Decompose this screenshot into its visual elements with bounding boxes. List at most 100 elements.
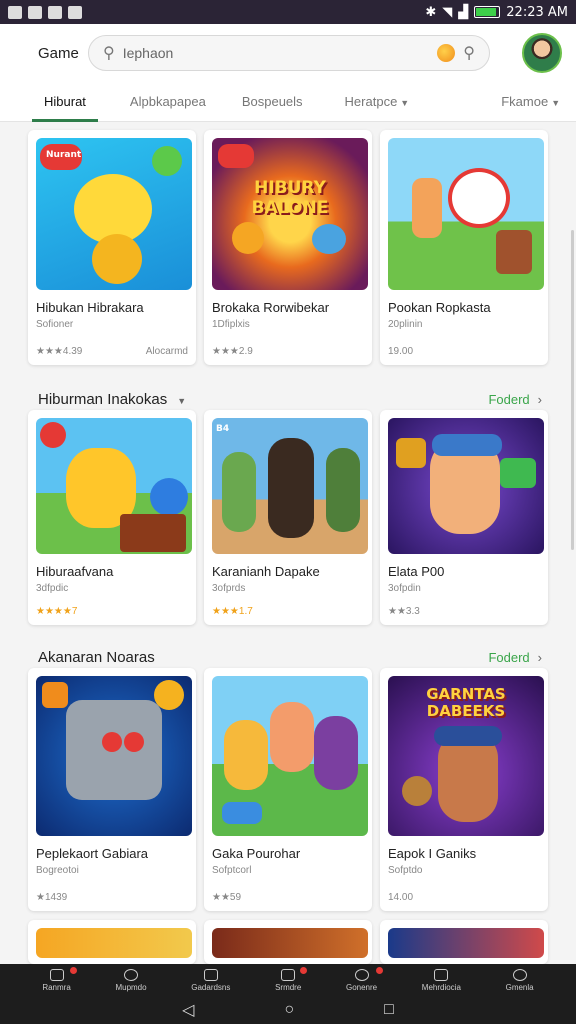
game-card[interactable]: Pookan Ropkasta 20plinin 19.00	[380, 130, 548, 365]
game-rating: ★★59	[212, 892, 242, 903]
search-input[interactable]	[122, 45, 430, 61]
game-thumbnail	[36, 928, 192, 958]
game-card[interactable]	[380, 920, 548, 964]
game-subtitle: Bogreotoi	[36, 865, 79, 876]
genre-icon	[354, 968, 369, 981]
game-title: Karanianh Dapake	[212, 564, 320, 579]
game-rating: ★★★★7	[36, 606, 78, 617]
notification-dot	[376, 966, 384, 974]
search-bar[interactable]: ⚲ ⚲	[88, 35, 490, 71]
battery-icon	[474, 6, 501, 18]
notification-icons	[8, 5, 82, 19]
chevron-down-icon: ▼	[400, 98, 410, 108]
avatar[interactable]	[522, 33, 562, 73]
search-icon: ⚲	[103, 45, 115, 62]
game-thumbnail	[212, 928, 368, 958]
game-title: Peplekaort Gabiara	[36, 846, 149, 861]
game-title: Pookan Ropkasta	[388, 300, 491, 315]
game-rating: 19.00	[388, 346, 414, 357]
game-thumbnail	[388, 138, 544, 290]
status-bar: ✱ ◥ ▟ 22:23 AM	[0, 0, 576, 24]
scrollbar[interactable]	[571, 230, 574, 550]
notification-icon	[28, 5, 42, 19]
game-thumbnail: GARNTAS DABEEKS	[388, 676, 544, 836]
game-card[interactable]: Peplekaort Gabiara Bogreotoi ★1439	[28, 668, 196, 911]
search-submit-icon[interactable]: ⚲	[463, 43, 475, 63]
game-thumbnail: Nurant	[36, 138, 192, 290]
chevron-down-icon: ▼	[177, 396, 187, 406]
media-icon	[434, 968, 449, 981]
profile-icon	[512, 968, 527, 981]
notification-dot	[300, 966, 308, 974]
game-rating: ★★3.3	[388, 606, 420, 617]
game-card[interactable]	[204, 920, 372, 964]
game-thumbnail	[212, 676, 368, 836]
app-header: Game ⚲ ⚲	[0, 24, 576, 82]
game-thumbnail	[36, 676, 192, 836]
game-card[interactable]: Hiburaafvana 3dfpdic ★★★★7	[28, 410, 196, 625]
game-card[interactable]: GARNTAS DABEEKS Eapok I Ganiks Sofptdo 1…	[380, 668, 548, 911]
nav-item-home[interactable]: Ranmra	[42, 966, 77, 992]
game-rating: ★★★4.39	[36, 346, 83, 357]
game-thumbnail: B4	[212, 418, 368, 554]
recents-icon[interactable]: □	[384, 1001, 394, 1019]
game-title: Hiburaafvana	[36, 564, 114, 579]
game-thumbnail	[388, 928, 544, 958]
game-subtitle: Sofptcorl	[212, 865, 252, 876]
wifi-icon: ◥	[442, 4, 453, 20]
game-subtitle: 3ofprds	[212, 583, 246, 594]
nav-item-discover[interactable]: Mupmdo	[115, 968, 147, 992]
chevron-right-icon: ›	[537, 392, 542, 407]
bottom-navigation: Ranmra Mupmdo Gadardsns Srmdre Gonenre M…	[0, 964, 576, 996]
status-time: 22:23 AM	[506, 4, 568, 20]
notification-icon	[68, 5, 82, 19]
tab-alpbkapapea[interactable]: Alpbkapapea	[130, 94, 206, 121]
game-card[interactable]: Gaka Pourohar Sofptcorl ★★59	[204, 668, 372, 911]
system-navigation-bar: ◁ ○ □	[0, 996, 576, 1024]
spark-icon[interactable]	[437, 44, 456, 62]
notification-icon	[8, 5, 22, 19]
nav-item-genre[interactable]: Gonenre	[346, 966, 384, 992]
nav-item-games[interactable]: Gadardsns	[191, 968, 230, 992]
tab-heratpce[interactable]: Heratpce ▼	[345, 94, 410, 121]
bluetooth-icon: ✱	[425, 4, 437, 20]
nav-item-profile[interactable]: Gmenla	[506, 968, 534, 992]
check-icon	[203, 968, 218, 981]
featured-link[interactable]: Foderd ›	[488, 392, 542, 407]
game-subtitle: 3dfpdic	[36, 583, 69, 594]
game-card[interactable]	[28, 920, 196, 964]
section-title[interactable]: Hiburman Inakokas ▼	[38, 391, 186, 408]
game-thumbnail	[388, 418, 544, 554]
tab-fkamoe[interactable]: Fkamoe ▼	[501, 94, 560, 121]
game-rating: 14.00	[388, 892, 414, 903]
game-subtitle: Sofptdo	[388, 865, 423, 876]
nav-item-store[interactable]: Srmdre	[275, 966, 308, 992]
game-card[interactable]: Elata P00 3ofpdin ★★3.3	[380, 410, 548, 625]
game-rating: ★★★1.7	[212, 606, 253, 617]
game-rating: ★★★2.9	[212, 346, 253, 357]
game-card[interactable]: HIBURY BALONE Brokaka Rorwibekar 1Dfiplx…	[204, 130, 372, 365]
tab-bospeuels[interactable]: Bospeuels	[242, 94, 303, 121]
tab-hiburat[interactable]: Hiburat	[32, 94, 98, 122]
game-title: Brokaka Rorwibekar	[212, 300, 330, 315]
section-title: Akanaran Noaras	[38, 649, 155, 666]
game-title: Hibukan Hibrakara	[36, 300, 144, 315]
game-title: Eapok I Ganiks	[388, 846, 477, 861]
notification-icon	[48, 5, 62, 19]
chevron-right-icon: ›	[537, 650, 542, 665]
game-tag: Alocarmd	[145, 346, 188, 357]
game-subtitle: 20plinin	[388, 319, 423, 330]
store-icon	[281, 968, 296, 981]
game-card[interactable]: B4 Karanianh Dapake 3ofprds ★★★1.7	[204, 410, 372, 625]
nav-item-media[interactable]: Mehrdiocia	[422, 968, 461, 992]
game-subtitle: Sofioner	[36, 319, 74, 330]
game-card[interactable]: Nurant Hibukan Hibrakara Sofioner ★★★4.3…	[28, 130, 196, 365]
home-button-icon[interactable]: ○	[284, 1001, 294, 1019]
featured-link[interactable]: Foderd ›	[488, 650, 542, 665]
game-thumbnail	[36, 418, 192, 554]
game-rating: ★1439	[36, 892, 68, 903]
notification-dot	[69, 966, 77, 974]
back-icon[interactable]: ◁	[182, 1000, 194, 1020]
game-thumbnail: HIBURY BALONE	[212, 138, 368, 290]
category-tabs: Hiburat Alpbkapapea Bospeuels Heratpce ▼ …	[0, 82, 576, 122]
